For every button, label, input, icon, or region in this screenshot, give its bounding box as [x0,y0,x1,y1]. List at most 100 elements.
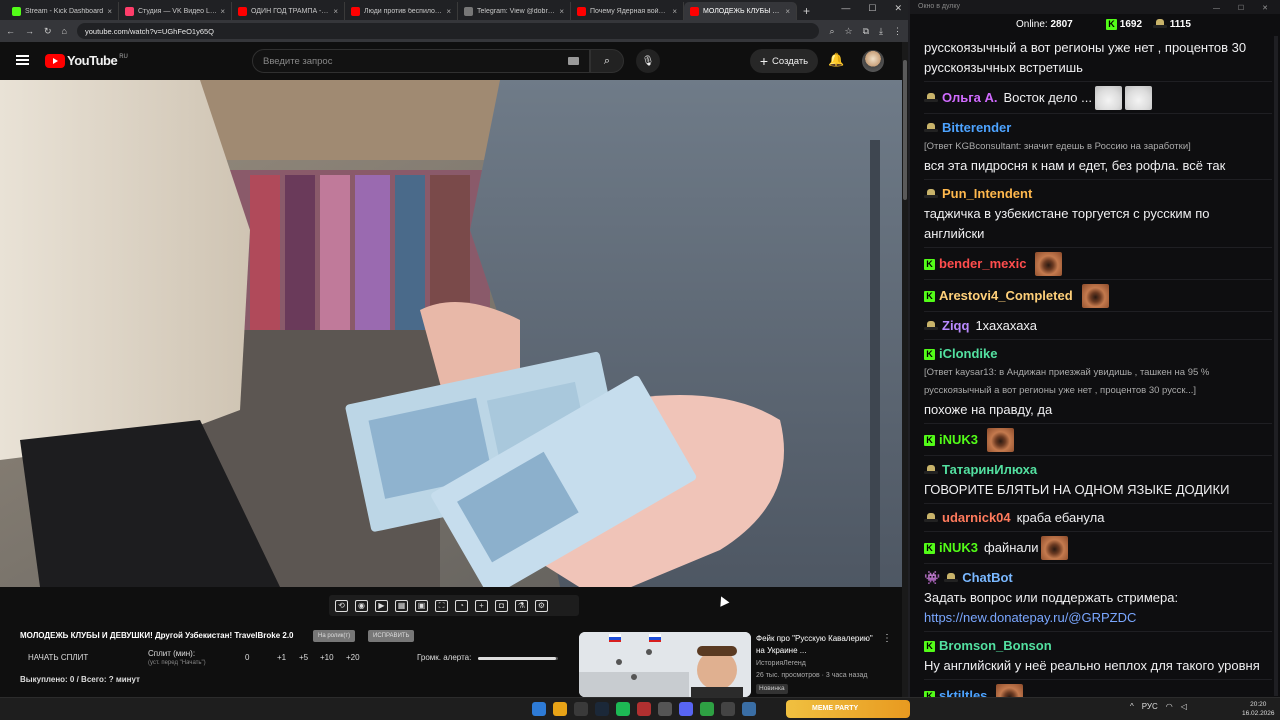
tab-close-icon[interactable]: × [446,7,451,16]
split-plus-20-button[interactable]: +20 [346,653,360,662]
loop-icon[interactable]: ⟲ [335,599,348,612]
forward-icon[interactable]: → [25,26,34,36]
browser-tab[interactable]: ОДИН ГОД ТРАМПА - YouTube× [232,2,345,20]
close-icon[interactable]: ✕ [894,3,902,14]
chat-username[interactable]: Bromson_Bonson [939,636,1052,656]
chat-username[interactable]: bender_mexic [939,254,1026,274]
chat-username[interactable]: Bitterender [942,118,1011,138]
split-plus-1-button[interactable]: +1 [277,653,286,662]
home-icon[interactable]: ⌂ [62,26,67,36]
video-player[interactable] [0,80,902,587]
meme-party-widget[interactable]: MEME PARTY [786,700,910,718]
browser-tab[interactable]: Stream - Kick Dashboard × [6,2,119,20]
pill-button-1[interactable]: На ролик(т) [313,630,356,642]
recommended-channel[interactable]: ИсторияЛегенд [756,660,806,667]
chat-username[interactable]: ТатаринИлюха [942,460,1037,480]
zoom-icon[interactable]: ⌕ [829,26,834,37]
chevron-up-icon[interactable]: ^ [1130,702,1134,711]
alert-volume-slider[interactable] [478,657,558,660]
pip-icon[interactable]: ▣ [415,599,428,612]
film-icon[interactable]: ▦ [395,599,408,612]
chat-username[interactable]: ChatBot [962,568,1013,588]
recommended-title[interactable]: Фейк про "Русскую Кавалерию" на Украине … [756,633,874,657]
chat-username[interactable]: iNUK3 [939,538,978,558]
spotify-icon[interactable] [616,702,630,716]
extensions-icon[interactable]: ⧉ [863,26,869,37]
browser-tab[interactable]: Telegram: View @dobro_2ch× [458,2,571,20]
speaker-icon[interactable]: ◁ [1181,702,1187,711]
recommended-thumbnail[interactable] [579,632,751,697]
face-emote-icon [1081,284,1109,308]
keyboard-icon[interactable] [568,57,579,65]
chat-username[interactable]: Pun_Intendent [942,184,1032,204]
video-frame [0,80,902,587]
tab-close-icon[interactable]: × [220,7,225,16]
start-split-button[interactable]: НАЧАТЬ СПЛИТ [28,653,88,662]
url-field[interactable]: youtube.com/watch?v=UGhFeO1y65Q [76,23,820,39]
discord-icon[interactable] [679,702,693,716]
search-input[interactable]: Введите запрос [252,49,590,73]
maximize-icon[interactable]: ☐ [868,3,876,14]
more-options-icon[interactable]: ⋮ [882,633,892,644]
tab-close-icon[interactable]: × [107,7,112,16]
menu-dots-icon[interactable]: ⋮ [893,26,902,37]
speed-icon[interactable]: ◔ [455,599,468,612]
browser-tab[interactable]: МОЛОДЕЖЬ КЛУБЫ И Д... × [684,2,797,20]
kick-badge-icon: K [924,640,935,652]
chat-username[interactable]: Ольга А. [942,88,997,108]
language-indicator[interactable]: РУС [1142,702,1158,711]
new-tab-icon[interactable]: + [803,2,810,20]
chat-username[interactable]: Arestovi4_Completed [939,286,1073,306]
tab-close-icon[interactable]: × [785,7,790,16]
video-icon[interactable]: ▶ [375,599,388,612]
user-avatar[interactable] [862,50,884,72]
kick-badge-icon: K [924,258,935,270]
notifications-bell-icon[interactable]: 🔔 [828,52,844,68]
chat-reply-quote: [Ответ kaysar13: в Андижан приезжай увид… [924,367,1210,396]
chat-username[interactable]: iClondike [939,344,998,364]
start-icon[interactable] [532,702,546,716]
clock[interactable]: 20:20 16.02.2026 [1242,700,1275,718]
hamburger-menu-icon[interactable] [16,55,29,65]
split-plus-10-button[interactable]: +10 [320,653,334,662]
tab-close-icon[interactable]: × [333,7,338,16]
steam-icon[interactable] [595,702,609,716]
browser-tab[interactable]: Почему Ядерная война уже...× [571,2,684,20]
browser-tab[interactable]: Студия — VK Видео Live × [119,2,232,20]
chat-link[interactable]: https://new.donatepay.ru/@GRPZDC [924,608,1136,628]
page-scrollbar-thumb[interactable] [903,60,907,200]
download-icon[interactable]: ⤓ [879,26,883,37]
chrome-icon[interactable] [553,702,567,716]
chat-scrollbar[interactable] [1274,36,1278,696]
browser-tab[interactable]: Люди против беспилотн... × [345,2,458,20]
chat-username[interactable]: udarnick04 [942,508,1011,528]
create-button[interactable]: + Создать [750,49,818,73]
app2-icon[interactable] [700,702,714,716]
face-emote-icon [987,428,1015,452]
camera-icon[interactable]: ◘ [495,599,508,612]
browser-task-icon[interactable] [742,702,756,716]
minimize-icon[interactable]: — [841,3,850,14]
tab-close-icon[interactable]: × [559,7,564,16]
broadcast-icon[interactable]: ◉ [355,599,368,612]
gear-icon[interactable]: ⚙ [535,599,548,612]
fullscreen-icon[interactable]: ⛶ [435,599,448,612]
youtube-logo[interactable]: YouTube RU [45,54,128,68]
pill-button-2[interactable]: ИСПРАВИТЬ [368,630,415,642]
app3-icon[interactable] [721,702,735,716]
bookmark-star-icon[interactable]: ☆ [845,26,853,37]
wifi-icon[interactable]: ◠ [1166,702,1173,711]
chat-username[interactable]: Ziqq [942,316,969,336]
flask-icon[interactable]: ⚗ [515,599,528,612]
app-icon[interactable] [658,702,672,716]
folder-icon[interactable] [574,702,588,716]
voice-search-button[interactable]: 🎙 [636,49,660,73]
search-button[interactable]: ⌕ [590,49,624,73]
add-icon[interactable]: + [475,599,488,612]
obs-icon[interactable] [637,702,651,716]
chat-username[interactable]: iNUK3 [939,430,978,450]
back-icon[interactable]: ← [6,26,15,36]
split-plus-5-button[interactable]: +5 [299,653,308,662]
reload-icon[interactable]: ↻ [44,26,52,37]
tab-close-icon[interactable]: × [672,7,677,16]
